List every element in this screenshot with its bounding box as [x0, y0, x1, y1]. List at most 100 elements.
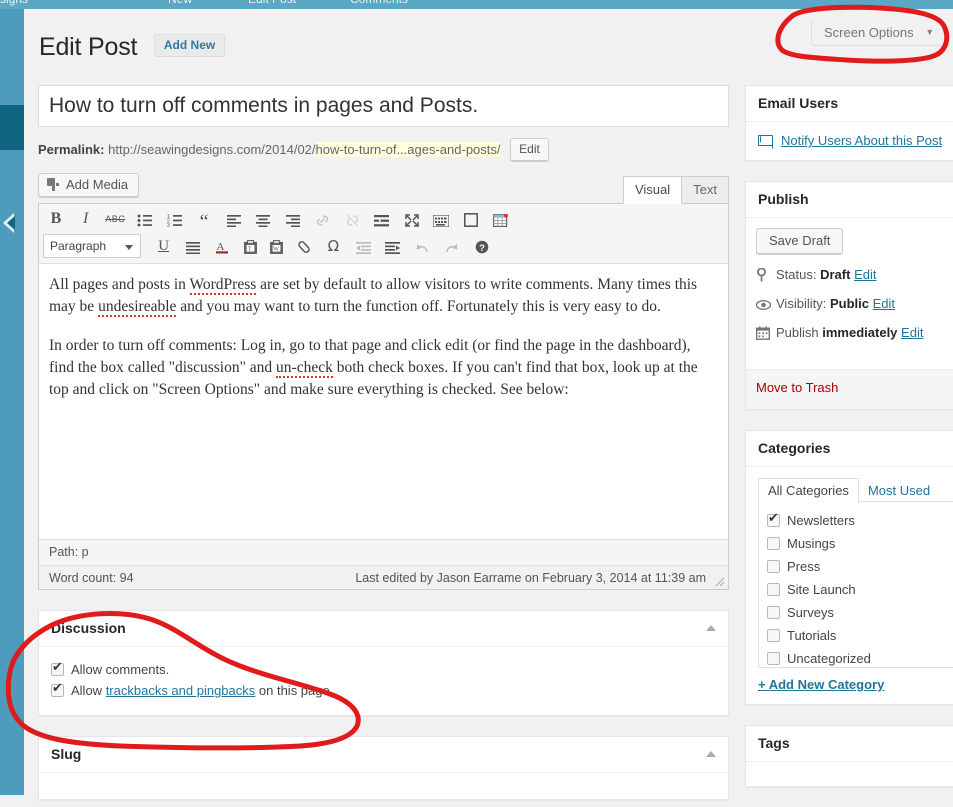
svg-text:3: 3	[167, 223, 170, 227]
strikethrough-icon[interactable]: ABC	[102, 207, 128, 231]
bulleted-list-icon[interactable]	[132, 207, 158, 231]
media-icon	[47, 178, 61, 191]
insert-table-icon[interactable]	[487, 207, 513, 231]
bold-icon[interactable]: B	[43, 207, 69, 231]
tab-all-categories[interactable]: All Categories	[758, 478, 859, 504]
allow-comments-row[interactable]: Allow comments.	[51, 659, 716, 680]
categories-title: Categories	[746, 431, 953, 467]
category-label: Press	[787, 559, 821, 574]
allow-pings-checkbox[interactable]	[51, 680, 64, 697]
paragraph-format-select[interactable]: Paragraph	[43, 234, 141, 258]
category-checkbox-press[interactable]	[767, 560, 780, 573]
category-checkbox-surveys[interactable]	[767, 606, 780, 619]
editor-toolbar: B I ABC 123 “ Paragraph U A T W Ω ?	[39, 204, 728, 264]
discussion-metabox-body: Allow comments. Allow trackbacks and pin…	[39, 647, 728, 715]
post-side-column: Email Users Notify Users About this Post…	[745, 85, 953, 807]
add-media-button[interactable]: Add Media	[38, 173, 140, 197]
notify-users-link[interactable]: Notify Users About this Post	[781, 133, 942, 148]
indent-icon[interactable]	[380, 234, 406, 258]
paste-from-word-icon[interactable]: W	[265, 234, 287, 258]
edit-status-link[interactable]: Edit	[854, 267, 876, 282]
category-checkbox-site-launch[interactable]	[767, 583, 780, 596]
admin-bar-item-editpost[interactable]: Edit Post	[248, 0, 296, 6]
italic-icon[interactable]: I	[73, 207, 99, 231]
tab-most-used[interactable]: Most Used	[859, 479, 939, 503]
chevron-up-icon[interactable]	[706, 625, 716, 631]
trackbacks-pingbacks-link[interactable]: trackbacks and pingbacks	[106, 683, 256, 698]
align-center-icon[interactable]	[250, 207, 276, 231]
admin-sidebar[interactable]	[0, 9, 24, 795]
category-item[interactable]: Musings	[767, 532, 953, 555]
post-title-input[interactable]	[38, 85, 729, 127]
category-label: Tutorials	[787, 628, 837, 643]
status-value: Draft	[820, 267, 851, 282]
editor-path-statusbar: Path: p	[39, 539, 728, 565]
tab-text[interactable]: Text	[681, 176, 729, 204]
category-item[interactable]: Press	[767, 555, 953, 578]
admin-bar[interactable]: signs New Edit Post Comments	[0, 0, 953, 9]
category-item[interactable]: Site Launch	[767, 578, 953, 601]
slug-metabox-header[interactable]: Slug	[39, 737, 728, 773]
save-draft-button[interactable]: Save Draft	[756, 228, 844, 254]
category-item[interactable]: Tutorials	[767, 624, 953, 647]
add-new-category-link[interactable]: + Add New Category	[758, 677, 953, 692]
editor-resize-handle[interactable]	[714, 576, 725, 587]
admin-bar-item-comments[interactable]: Comments	[350, 0, 408, 6]
category-checkbox-musings[interactable]	[767, 537, 780, 550]
category-checkbox-newsletters[interactable]	[767, 510, 780, 527]
allow-comments-checkbox[interactable]	[51, 659, 64, 676]
category-item[interactable]: Uncategorized	[767, 647, 953, 667]
category-checkbox-uncategorized[interactable]	[767, 652, 780, 665]
outdent-icon[interactable]	[350, 234, 376, 258]
insert-more-tag-icon[interactable]	[369, 207, 395, 231]
categories-list[interactable]: Newsletters Musings Press Site Launch Su…	[758, 502, 953, 668]
align-left-icon[interactable]	[221, 207, 247, 231]
paste-as-text-icon[interactable]: T	[240, 234, 262, 258]
category-checkbox-tutorials[interactable]	[767, 629, 780, 642]
special-character-icon[interactable]: Ω	[320, 234, 346, 258]
category-item[interactable]: Surveys	[767, 601, 953, 624]
discussion-metabox-header[interactable]: Discussion	[39, 611, 728, 647]
edit-schedule-link[interactable]: Edit	[901, 325, 923, 340]
blank-box-icon[interactable]	[458, 207, 484, 231]
admin-bar-item-site[interactable]: signs	[0, 0, 28, 6]
clear-formatting-icon[interactable]	[291, 234, 317, 258]
chevron-up-icon[interactable]	[706, 751, 716, 757]
align-right-icon[interactable]	[280, 207, 306, 231]
move-to-trash-link[interactable]: Move to Trash	[756, 380, 838, 395]
help-icon[interactable]: ?	[469, 234, 495, 258]
collapse-menu-button[interactable]	[0, 105, 24, 233]
visibility-row: Visibility: Public Edit	[746, 287, 953, 316]
calendar-icon	[755, 326, 774, 345]
admin-bar-item-new[interactable]: New	[168, 0, 192, 6]
underline-icon[interactable]: U	[151, 234, 177, 258]
allow-pings-row[interactable]: Allow trackbacks and pingbacks on this p…	[51, 680, 716, 701]
justify-icon[interactable]	[180, 234, 206, 258]
editor-content-area[interactable]: All pages and posts in WordPress are set…	[39, 264, 728, 539]
permalink-row: Permalink: http://seawingdesigns.com/201…	[38, 138, 729, 162]
tab-visual[interactable]: Visual	[622, 176, 683, 204]
text-color-icon[interactable]: A	[210, 234, 236, 258]
kitchen-sink-icon[interactable]	[428, 207, 454, 231]
remove-link-icon[interactable]	[339, 207, 365, 231]
fullscreen-icon[interactable]	[399, 207, 425, 231]
slug-metabox-body	[39, 773, 728, 799]
media-buttons-row: Add Media Visual Text	[38, 173, 729, 204]
chevron-left-icon-inner	[7, 216, 15, 230]
numbered-list-icon[interactable]: 123	[162, 207, 188, 231]
envelope-icon	[758, 135, 773, 146]
insert-link-icon[interactable]	[310, 207, 336, 231]
blockquote-icon[interactable]: “	[191, 207, 217, 233]
undo-icon[interactable]	[409, 234, 435, 258]
redo-icon[interactable]	[439, 234, 465, 258]
edit-permalink-button[interactable]: Edit	[510, 138, 549, 161]
screen-options-button[interactable]: Screen Options ▼	[811, 21, 946, 46]
editor-word-count-bar: Word count: 94 Last edited by Jason Earr…	[39, 565, 728, 589]
p2-misspelling-uncheck: un-check	[276, 359, 333, 378]
edit-visibility-link[interactable]: Edit	[873, 296, 895, 311]
schedule-value: immediately	[822, 325, 898, 340]
status-row: Status: Draft Edit	[746, 254, 953, 287]
category-item[interactable]: Newsletters	[767, 509, 953, 532]
categories-box: Categories All CategoriesMost Used Newsl…	[745, 430, 953, 705]
add-new-button[interactable]: Add New	[153, 34, 226, 57]
